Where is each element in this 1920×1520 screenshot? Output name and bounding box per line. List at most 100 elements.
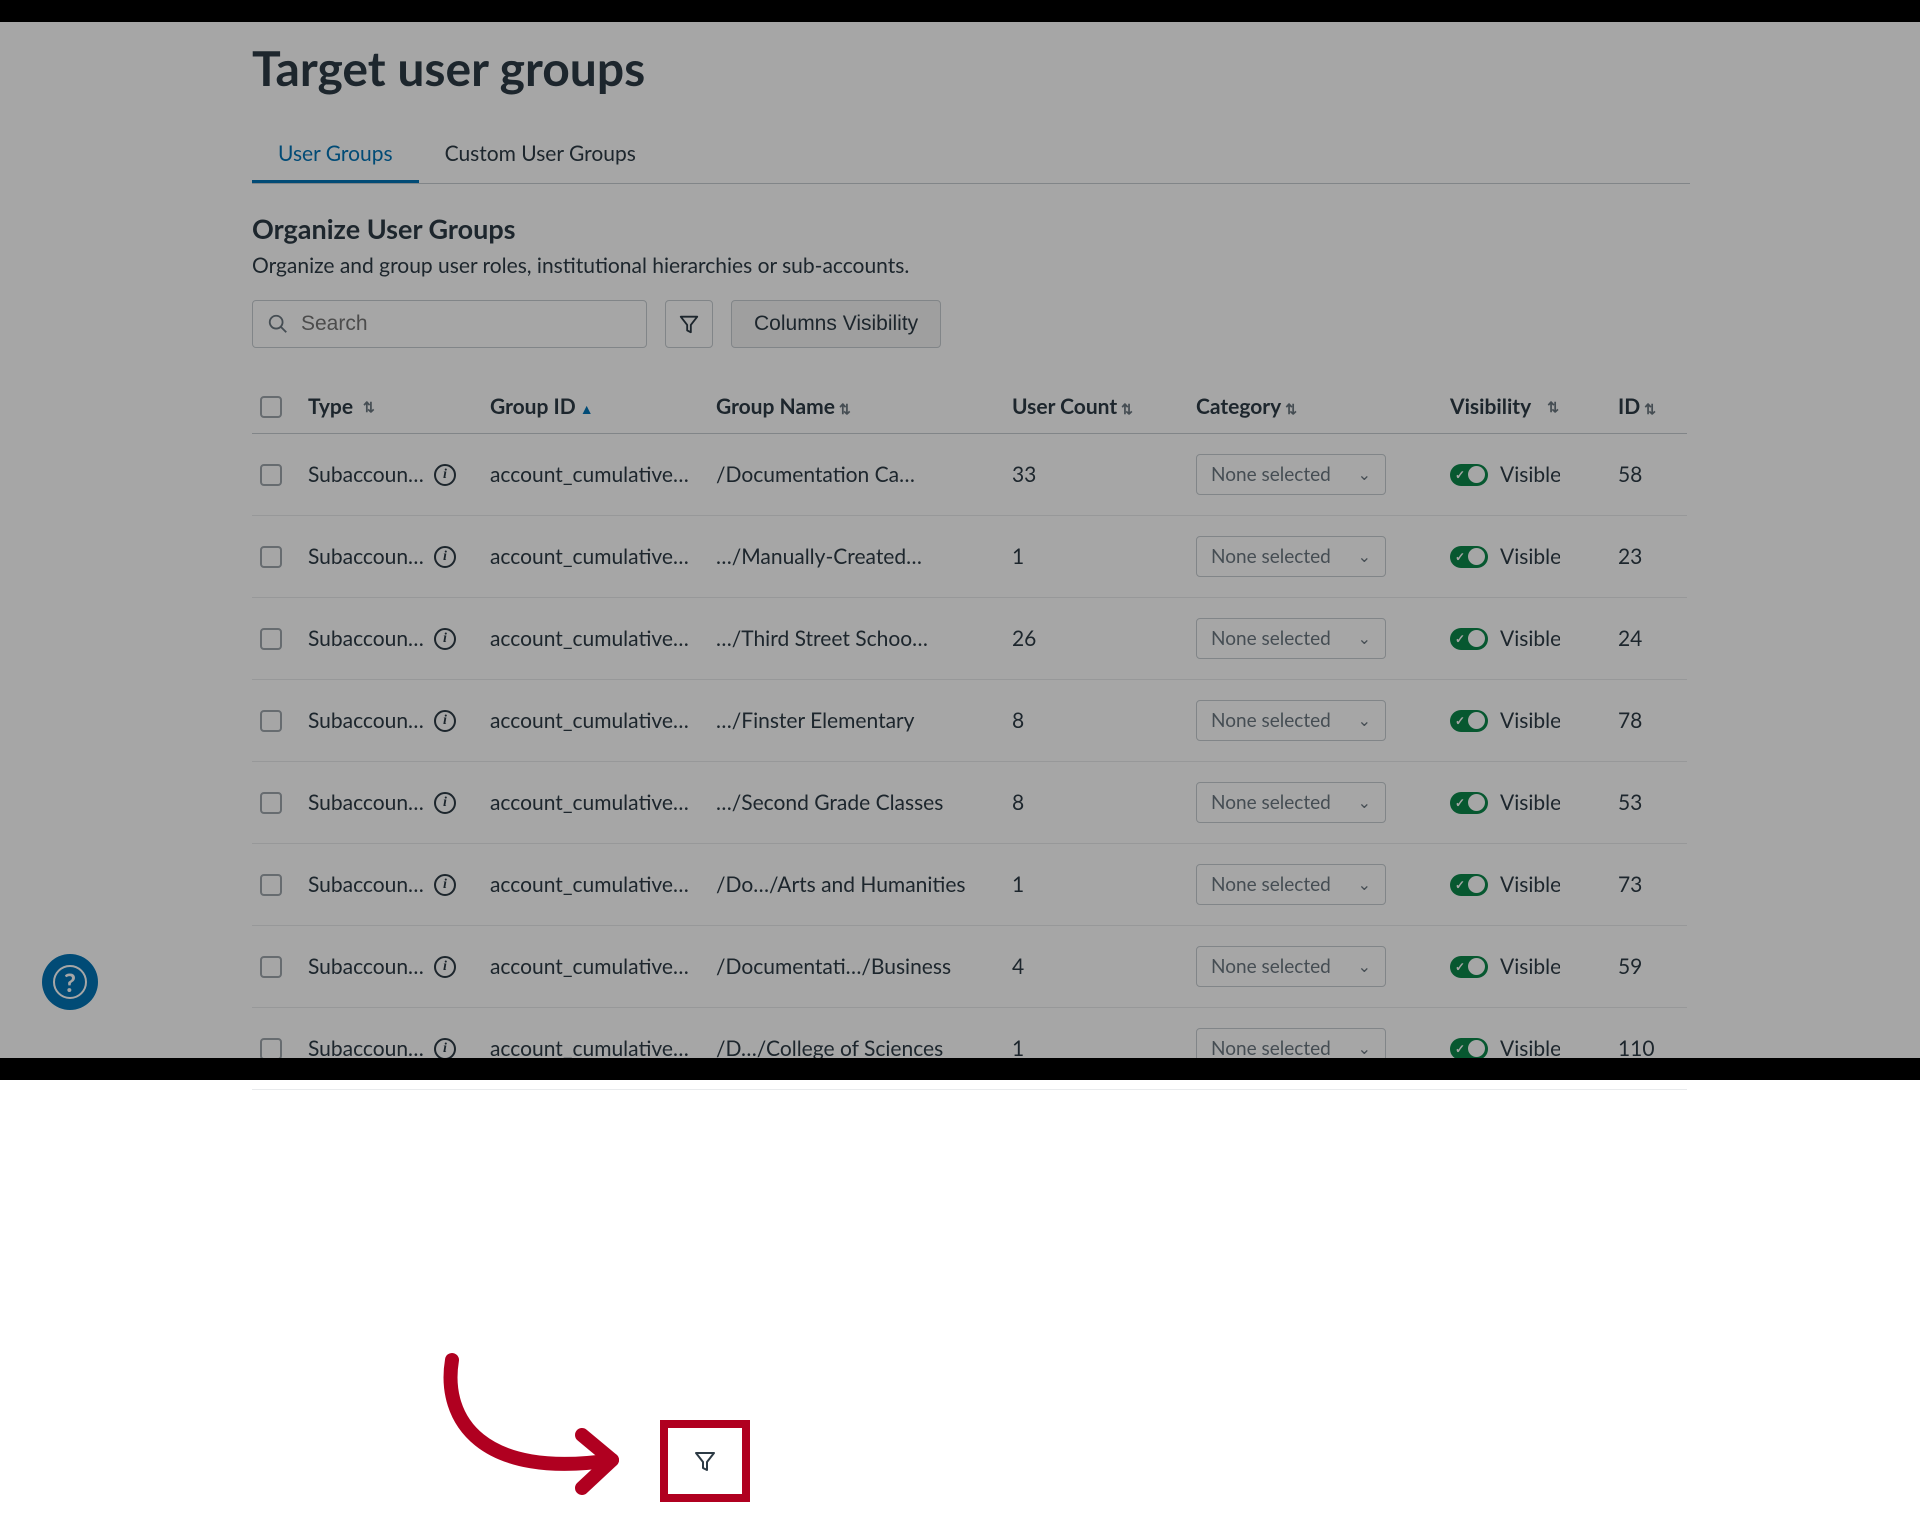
visibility-toggle[interactable] bbox=[1450, 710, 1488, 732]
category-select[interactable]: None selected ⌄ bbox=[1196, 864, 1386, 905]
tab-user-groups[interactable]: User Groups bbox=[252, 127, 419, 183]
info-icon[interactable]: i bbox=[434, 792, 456, 814]
category-select[interactable]: None selected ⌄ bbox=[1196, 782, 1386, 823]
type-text: Subaccount… bbox=[308, 708, 428, 733]
cell-id: 24 bbox=[1618, 626, 1686, 651]
row-checkbox[interactable] bbox=[260, 546, 282, 568]
type-text: Subaccount… bbox=[308, 954, 428, 979]
columns-visibility-button[interactable]: Columns Visibility bbox=[731, 300, 941, 348]
cell-group-id: account_cumulative… bbox=[490, 790, 716, 815]
visibility-toggle[interactable] bbox=[1450, 464, 1488, 486]
type-text: Subaccount… bbox=[308, 790, 428, 815]
category-value: None selected bbox=[1211, 463, 1331, 486]
row-checkbox[interactable] bbox=[260, 464, 282, 486]
info-icon[interactable]: i bbox=[434, 710, 456, 732]
annotation-arrow-icon bbox=[422, 1350, 662, 1520]
cell-id: 73 bbox=[1618, 872, 1686, 897]
row-checkbox[interactable] bbox=[260, 710, 282, 732]
sort-icon: ⇅ bbox=[839, 400, 851, 417]
cell-id: 59 bbox=[1618, 954, 1686, 979]
search-input-wrapper[interactable] bbox=[252, 300, 647, 348]
search-input[interactable] bbox=[301, 312, 632, 336]
category-value: None selected bbox=[1211, 873, 1331, 896]
visibility-toggle[interactable] bbox=[1450, 792, 1488, 814]
filter-button[interactable] bbox=[665, 300, 713, 348]
visibility-text: Visible bbox=[1500, 544, 1560, 569]
col-header-user-count-label: User Count bbox=[1012, 394, 1117, 419]
chevron-down-icon: ⌄ bbox=[1358, 629, 1371, 648]
col-header-group-id[interactable]: Group ID▲ bbox=[490, 394, 716, 419]
row-checkbox[interactable] bbox=[260, 792, 282, 814]
col-header-group-name-label: Group Name bbox=[716, 394, 835, 419]
annotation-highlight-box bbox=[660, 1420, 750, 1502]
table-row: Subaccount… i account_cumulative… …/Manu… bbox=[252, 516, 1687, 598]
row-checkbox[interactable] bbox=[260, 628, 282, 650]
filter-icon bbox=[693, 1449, 717, 1473]
cell-visibility: Visible bbox=[1450, 790, 1618, 815]
visibility-text: Visible bbox=[1500, 626, 1560, 651]
col-header-visibility[interactable]: Visibility⇅ bbox=[1450, 394, 1618, 419]
chevron-down-icon: ⌄ bbox=[1358, 793, 1371, 812]
cell-type: Subaccount… i bbox=[308, 708, 490, 733]
type-text: Subaccount… bbox=[308, 462, 428, 487]
category-select[interactable]: None selected ⌄ bbox=[1196, 454, 1386, 495]
visibility-text: Visible bbox=[1500, 954, 1560, 979]
col-header-id[interactable]: ID⇅ bbox=[1618, 394, 1686, 419]
help-fab[interactable]: ? bbox=[42, 954, 98, 1010]
col-header-category[interactable]: Category⇅ bbox=[1196, 394, 1450, 419]
row-checkbox[interactable] bbox=[260, 956, 282, 978]
sort-icon: ⇅ bbox=[1644, 400, 1656, 417]
row-checkbox[interactable] bbox=[260, 874, 282, 896]
info-icon[interactable]: i bbox=[434, 628, 456, 650]
category-select[interactable]: None selected ⌄ bbox=[1196, 536, 1386, 577]
col-header-user-count[interactable]: User Count⇅ bbox=[1012, 394, 1196, 419]
cell-id: 53 bbox=[1618, 790, 1686, 815]
type-text: Subaccount… bbox=[308, 872, 428, 897]
table-row: Subaccount… i account_cumulative… …/Fins… bbox=[252, 680, 1687, 762]
visibility-text: Visible bbox=[1500, 708, 1560, 733]
info-icon[interactable]: i bbox=[434, 874, 456, 896]
cell-group-id: account_cumulative… bbox=[490, 954, 716, 979]
row-checkbox[interactable] bbox=[260, 1038, 282, 1060]
visibility-toggle[interactable] bbox=[1450, 1038, 1488, 1060]
category-select[interactable]: None selected ⌄ bbox=[1196, 700, 1386, 741]
cell-visibility: Visible bbox=[1450, 708, 1618, 733]
visibility-toggle[interactable] bbox=[1450, 628, 1488, 650]
category-value: None selected bbox=[1211, 791, 1331, 814]
sort-icon: ⇅ bbox=[1121, 400, 1133, 417]
info-icon[interactable]: i bbox=[434, 1038, 456, 1060]
table-header-row: Type⇅ Group ID▲ Group Name⇅ User Count⇅ … bbox=[252, 380, 1687, 434]
category-value: None selected bbox=[1211, 955, 1331, 978]
visibility-text: Visible bbox=[1500, 790, 1560, 815]
cell-user-count: 1 bbox=[1012, 872, 1196, 897]
tab-custom-user-groups[interactable]: Custom User Groups bbox=[419, 127, 662, 183]
cell-id: 23 bbox=[1618, 544, 1686, 569]
letterbox-top bbox=[0, 0, 1920, 22]
category-value: None selected bbox=[1211, 627, 1331, 650]
category-value: None selected bbox=[1211, 1037, 1331, 1060]
visibility-toggle[interactable] bbox=[1450, 546, 1488, 568]
cell-visibility: Visible bbox=[1450, 954, 1618, 979]
info-icon[interactable]: i bbox=[434, 546, 456, 568]
select-all-checkbox[interactable] bbox=[260, 396, 282, 418]
cell-type: Subaccount… i bbox=[308, 790, 490, 815]
visibility-toggle[interactable] bbox=[1450, 874, 1488, 896]
cell-type: Subaccount… i bbox=[308, 626, 490, 651]
cell-type: Subaccount… i bbox=[308, 954, 490, 979]
col-header-group-name[interactable]: Group Name⇅ bbox=[716, 394, 1012, 419]
chevron-down-icon: ⌄ bbox=[1358, 711, 1371, 730]
search-icon bbox=[267, 313, 289, 335]
cell-group-id: account_cumulative… bbox=[490, 872, 716, 897]
cell-type: Subaccount… i bbox=[308, 544, 490, 569]
cell-user-count: 1 bbox=[1012, 544, 1196, 569]
category-select[interactable]: None selected ⌄ bbox=[1196, 618, 1386, 659]
visibility-text: Visible bbox=[1500, 872, 1560, 897]
col-header-type[interactable]: Type⇅ bbox=[308, 394, 490, 419]
info-icon[interactable]: i bbox=[434, 956, 456, 978]
category-select[interactable]: None selected ⌄ bbox=[1196, 946, 1386, 987]
info-icon[interactable]: i bbox=[434, 464, 456, 486]
cell-group-id: account_cumulative… bbox=[490, 626, 716, 651]
cell-visibility: Visible bbox=[1450, 462, 1618, 487]
visibility-toggle[interactable] bbox=[1450, 956, 1488, 978]
col-header-type-label: Type bbox=[308, 394, 353, 419]
